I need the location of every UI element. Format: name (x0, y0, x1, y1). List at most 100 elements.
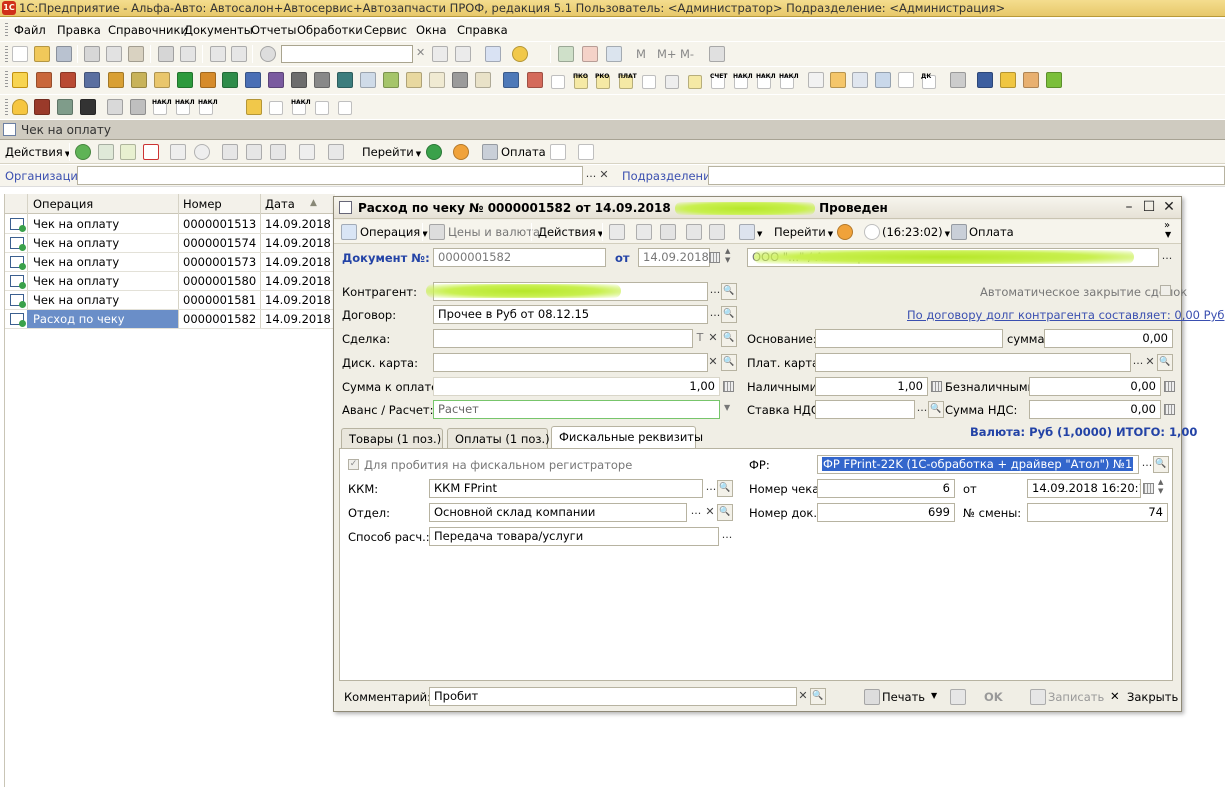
undo-icon[interactable] (210, 46, 226, 62)
sdelka-input[interactable] (433, 329, 693, 348)
list-actions-menu[interactable]: Действия ▼ (5, 145, 70, 159)
wheel-icon[interactable] (57, 99, 73, 115)
module-person-icon[interactable] (154, 72, 170, 88)
tab-fiscal[interactable]: Фискальные реквизиты (551, 426, 703, 449)
payment-method-select-button[interactable]: ... (720, 528, 734, 545)
otdel-select-button[interactable]: ... (689, 504, 703, 521)
doc-schet-2-icon[interactable] (269, 101, 283, 115)
time-button[interactable]: (16:23:02) ▼ (882, 225, 950, 239)
delete-icon[interactable] (143, 144, 159, 160)
doc-number-fiscal-input[interactable]: 699 (817, 503, 955, 522)
menu-file[interactable]: Файл (14, 23, 46, 37)
kkm-select-button[interactable]: ... (704, 480, 718, 497)
cashless-calculator-icon[interactable] (1164, 381, 1175, 392)
org-filter-input[interactable] (77, 166, 583, 185)
dialog-pay-button[interactable]: Оплата (969, 225, 1014, 239)
maximize-button[interactable]: ☐ (1140, 199, 1158, 216)
plat-card-select-button[interactable]: ... (1131, 354, 1145, 371)
module-gear-icon[interactable] (314, 72, 330, 88)
exchange-icon[interactable] (739, 224, 755, 240)
module-cash-icon[interactable] (222, 72, 238, 88)
check-date-calendar-icon[interactable] (1143, 483, 1154, 494)
kkm-search-icon[interactable]: 🔍 (717, 480, 733, 497)
filter-history-icon[interactable] (270, 144, 286, 160)
contract-debt-link[interactable]: По договору долг контрагента составляет:… (907, 308, 1224, 322)
copy-doc-icon[interactable] (636, 224, 652, 240)
fr-select-button[interactable]: ... (1140, 456, 1154, 473)
doc-move-icon[interactable] (830, 72, 846, 88)
print-doc-2-icon[interactable] (709, 224, 725, 240)
doc-pko-icon[interactable]: ПКО (573, 73, 588, 89)
vat-rate-search-icon[interactable]: 🔍 (928, 401, 944, 418)
print-icon[interactable] (158, 46, 174, 62)
memory-button[interactable]: M (636, 47, 646, 61)
menu-catalogs[interactable]: Справочники (108, 23, 188, 37)
kontragent-search-icon[interactable]: 🔍 (721, 283, 737, 300)
date-spinner[interactable]: ▲ ▼ (725, 247, 730, 265)
module-money-icon[interactable] (177, 72, 193, 88)
print-dropdown-icon[interactable]: ▼ (931, 691, 937, 700)
search-prev-icon[interactable] (455, 46, 471, 62)
structure-icon[interactable] (328, 144, 344, 160)
module-repair-icon[interactable] (452, 72, 468, 88)
column-header-operation[interactable]: Операция (33, 197, 93, 211)
doc-transfer-icon[interactable] (642, 75, 656, 89)
doc-nakl-5-icon[interactable]: НАКЛ (175, 99, 195, 115)
fr-search-icon[interactable]: 🔍 (1153, 456, 1169, 473)
check-number-input[interactable]: 6 (817, 479, 955, 498)
cut-icon[interactable] (84, 46, 100, 62)
dialog-actions-menu[interactable]: Действия ▼ (538, 225, 603, 239)
wrench-icon[interactable] (107, 99, 123, 115)
edit-icon[interactable] (120, 144, 136, 160)
plat-card-search-icon[interactable]: 🔍 (1157, 354, 1173, 371)
osnovanie-input[interactable] (815, 329, 1003, 348)
calendar-picker-icon[interactable] (709, 252, 720, 263)
users-icon[interactable] (606, 46, 622, 62)
doc-number-input[interactable]: 0000001582 (433, 248, 606, 267)
dialog-help-icon[interactable] (837, 224, 853, 240)
preview-icon[interactable] (180, 46, 196, 62)
doc-nakl-9-icon[interactable] (338, 101, 352, 115)
table-row[interactable]: Чек на оплату 0000001513 14.09.2018 (5, 215, 335, 234)
print-doc-icon[interactable] (686, 224, 702, 240)
column-header-number[interactable]: Номер (183, 197, 222, 211)
auto-close-checkbox[interactable] (1160, 285, 1171, 296)
search-next-icon[interactable] (432, 46, 448, 62)
copy-row-icon[interactable] (98, 144, 114, 160)
module-book-icon[interactable] (200, 72, 216, 88)
module-group-icon[interactable] (527, 72, 543, 88)
doc-exchange-2-icon[interactable] (246, 99, 262, 115)
car-service-icon[interactable] (34, 99, 50, 115)
sdelka-type-icon[interactable]: T (694, 330, 706, 347)
redo-icon[interactable] (231, 46, 247, 62)
key-icon[interactable] (80, 99, 96, 115)
vat-rate-input[interactable] (815, 400, 915, 419)
otdel-clear-button[interactable]: ✕ (704, 504, 716, 521)
save-icon[interactable] (56, 46, 72, 62)
filter-by-value-icon[interactable] (246, 144, 262, 160)
doc-nakl-8-icon[interactable] (315, 101, 329, 115)
module-list-icon[interactable] (360, 72, 376, 88)
table-row[interactable]: Чек на оплату 0000001573 14.09.2018 (5, 253, 335, 272)
exchange-dropdown[interactable]: ▼ (755, 225, 762, 239)
save-button[interactable]: Записать (1048, 690, 1104, 704)
filter-off-icon[interactable] (299, 144, 315, 160)
module-goods-icon[interactable] (84, 72, 100, 88)
module-note-icon[interactable] (406, 72, 422, 88)
list-pay-button[interactable]: Оплата (501, 145, 546, 159)
filter-icon[interactable] (222, 144, 238, 160)
cashless-input[interactable]: 0,00 (1029, 377, 1161, 396)
memory-minus-button[interactable]: M- (680, 47, 694, 61)
sum-calculator-icon[interactable] (723, 381, 734, 392)
table-row[interactable]: Чек на оплату 0000001574 14.09.2018 (5, 234, 335, 253)
table-row-selected[interactable]: Расход по чеку 0000001582 14.09.2018 (5, 310, 335, 329)
vat-calculator-icon[interactable] (1164, 404, 1175, 415)
otdel-input[interactable]: Основной склад компании (429, 503, 687, 522)
contacts-icon[interactable] (1000, 72, 1016, 88)
find-icon[interactable] (194, 144, 210, 160)
vat-rate-select-button[interactable]: ... (915, 401, 929, 418)
menu-processing[interactable]: Обработки (297, 23, 363, 37)
dialog-goto-menu[interactable]: Перейти ▼ (774, 225, 833, 239)
menu-help[interactable]: Справка (457, 23, 508, 37)
plat-card-input[interactable] (815, 353, 1131, 372)
